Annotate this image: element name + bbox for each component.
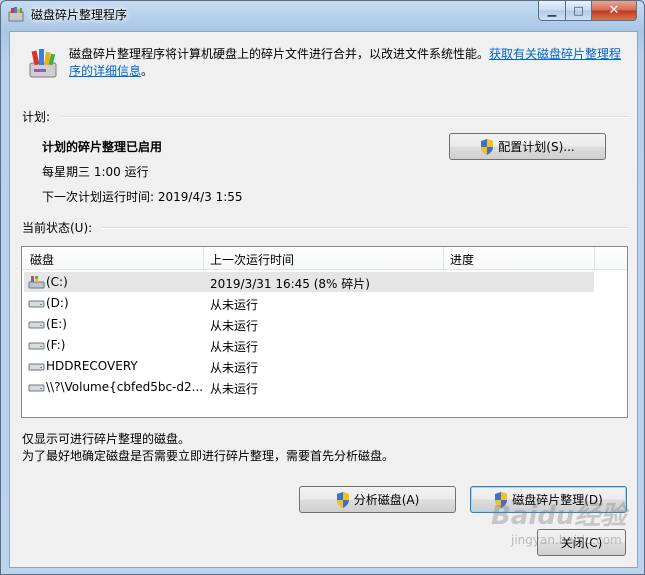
configure-schedule-button[interactable]: 配置计划(S)... — [449, 133, 606, 160]
disk-name: (E:) — [46, 317, 67, 331]
defrag-window: 磁盘碎片整理程序 ▁ □ ✕ 磁盘碎片整理程序将计算机硬盘上的碎片文件进行合并，… — [0, 0, 645, 575]
last-run-time: 从未运行 — [210, 298, 259, 312]
disk-row[interactable]: (D:) 从未运行 — [24, 293, 594, 313]
last-run-time: 从未运行 — [210, 340, 259, 354]
last-run-time: 从未运行 — [210, 361, 259, 375]
drive-icon — [28, 363, 45, 371]
next-run-time: 下一次计划运行时间: 2019/4/3 1:55 — [42, 190, 243, 204]
disk-row[interactable]: \\?\Volume{cbfed5bc-d2... 从未运行 — [24, 377, 594, 397]
description-text: 磁盘碎片整理程序将计算机硬盘上的碎片文件进行合并，以改进文件系统性能。 — [69, 47, 490, 61]
disk-name: \\?\Volume{cbfed5bc-d2... — [46, 380, 204, 394]
drive-icon — [28, 384, 45, 392]
schedule-status: 计划的碎片整理已启用 — [42, 140, 163, 154]
disk-row[interactable]: (C:) 2019/3/31 16:45 (8% 碎片) — [24, 272, 594, 292]
client-area: 磁盘碎片整理程序将计算机硬盘上的碎片文件进行合并，以改进文件系统性能。获取有关磁… — [9, 31, 638, 568]
caption-buttons: ▁ □ ✕ — [538, 1, 637, 21]
close-icon: ✕ — [608, 3, 620, 18]
disk-list[interactable]: 磁盘 上一次运行时间 进度 (C:) 2019/3/31 16:45 (8% 碎… — [21, 246, 628, 418]
disk-name: (C:) — [46, 275, 68, 289]
minimize-icon: ▁ — [547, 4, 557, 17]
system-drive-icon — [28, 276, 45, 289]
status-separator — [102, 227, 628, 229]
title-bar[interactable]: 磁盘碎片整理程序 ▁ □ ✕ — [1, 1, 644, 28]
close-window-button[interactable]: ✕ — [592, 1, 637, 21]
column-header-disk[interactable]: 磁盘 — [30, 251, 54, 268]
note-defraggable-only: 仅显示可进行碎片整理的磁盘。 — [22, 432, 191, 446]
configure-schedule-label: 配置计划(S)... — [498, 140, 575, 154]
baidu-watermark-url: jingyan.baidu.com — [511, 533, 622, 547]
header-description: 磁盘碎片整理程序将计算机硬盘上的碎片文件进行合并，以改进文件系统性能。获取有关磁… — [69, 46, 629, 80]
column-divider[interactable] — [443, 247, 444, 269]
last-run-time: 从未运行 — [210, 382, 259, 396]
minimize-button[interactable]: ▁ — [538, 1, 566, 21]
schedule-frequency: 每星期三 1:00 运行 — [42, 165, 149, 179]
column-header-progress[interactable]: 进度 — [450, 251, 474, 268]
list-header: 磁盘 上一次运行时间 进度 — [22, 247, 627, 270]
column-header-last-run[interactable]: 上一次运行时间 — [210, 251, 294, 268]
column-divider[interactable] — [203, 247, 204, 269]
drive-icon — [28, 300, 45, 308]
baidu-watermark: Baidu经验 — [491, 501, 627, 531]
disk-row[interactable]: (F:) 从未运行 — [24, 335, 594, 355]
last-run-time: 2019/3/31 16:45 (8% 碎片) — [210, 277, 370, 291]
schedule-separator — [62, 116, 628, 118]
uac-shield-icon — [336, 491, 349, 508]
disk-name: HDDRECOVERY — [46, 359, 138, 373]
last-run-time: 从未运行 — [210, 319, 259, 333]
window-title: 磁盘碎片整理程序 — [31, 8, 128, 22]
column-divider[interactable] — [594, 247, 595, 269]
defrag-header-icon — [29, 49, 57, 78]
maximize-icon: □ — [573, 4, 584, 17]
defrag-app-icon — [8, 7, 24, 22]
disk-row[interactable]: (E:) 从未运行 — [24, 314, 594, 334]
disk-name: (F:) — [46, 338, 66, 352]
maximize-button[interactable]: □ — [566, 1, 592, 21]
uac-shield-icon — [481, 138, 494, 155]
drive-icon — [28, 342, 45, 350]
drive-icon — [28, 321, 45, 329]
current-status-label: 当前状态(U): — [22, 221, 93, 235]
schedule-label: 计划: — [22, 110, 51, 124]
note-analyze-first: 为了最好地确定磁盘是否需要立即进行碎片整理，需要首先分析磁盘。 — [22, 449, 395, 463]
analyze-disk-button[interactable]: 分析磁盘(A) — [299, 486, 456, 513]
description-end: 。 — [141, 64, 154, 78]
disk-row[interactable]: HDDRECOVERY 从未运行 — [24, 356, 594, 376]
disk-name: (D:) — [46, 296, 69, 310]
analyze-disk-label: 分析磁盘(A) — [353, 493, 420, 507]
